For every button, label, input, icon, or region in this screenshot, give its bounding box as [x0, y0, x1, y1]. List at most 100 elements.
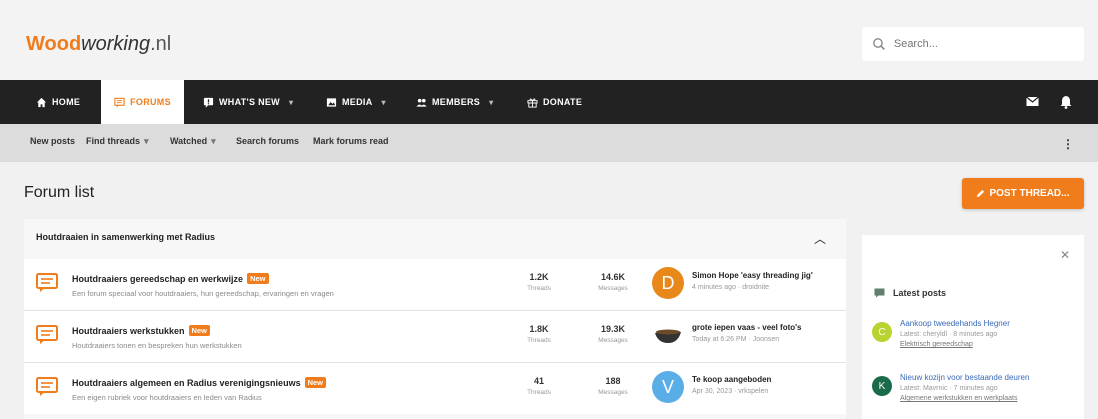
- latest-posts-widget: ✕ Latest posts C Aankoop tweedehands Heg…: [862, 235, 1084, 419]
- whats-new-icon: [203, 97, 214, 108]
- messages-count: 19.3K: [600, 324, 626, 334]
- subnav-find-threads[interactable]: Find threads ▾: [86, 136, 149, 147]
- site-header: Woodworking.nl: [0, 0, 1098, 80]
- messages-label: Messages: [598, 285, 628, 292]
- threads-stat: 1.2K Threads: [516, 272, 562, 292]
- subnav-search-forums-label: Search forums: [236, 136, 300, 146]
- nav-home-label: HOME: [52, 97, 81, 107]
- avatar[interactable]: [652, 319, 684, 351]
- more-options-icon[interactable]: ⋮: [1062, 137, 1074, 151]
- forum-node-title[interactable]: Houtdraaiers algemeen en Radius verenigi…: [72, 378, 301, 388]
- subnav-mark-read[interactable]: Mark forums read: [313, 136, 389, 146]
- last-post-meta: 4 minutes ago · droidnite: [692, 284, 770, 291]
- chevron-down-icon: ▾: [144, 136, 149, 146]
- messages-stat: 14.6K Messages: [590, 272, 636, 292]
- messages-stat: 188 Messages: [590, 376, 636, 396]
- subnav-new-posts[interactable]: New posts: [30, 136, 75, 146]
- latest-post-item: K Nieuw kozijn voor bestaande deuren Lat…: [872, 373, 1072, 413]
- subnav-search-forums[interactable]: Search forums: [236, 136, 299, 146]
- category-title[interactable]: Houtdraaien in samenwerking met Radius: [36, 232, 215, 242]
- nav-donate-label: DONATE: [543, 97, 583, 107]
- latest-post-title[interactable]: Aankoop tweedehands Hegner: [900, 319, 1010, 328]
- bell-icon[interactable]: [1060, 95, 1072, 109]
- nav-media-label: MEDIA: [342, 97, 373, 107]
- subnav-mark-read-label: Mark forums read: [313, 136, 389, 146]
- avatar[interactable]: D: [652, 267, 684, 299]
- bowl-thumbnail-icon: [655, 329, 681, 343]
- search-box[interactable]: [862, 27, 1084, 61]
- chevron-down-icon: ▾: [211, 136, 216, 146]
- mail-icon[interactable]: [1026, 96, 1039, 107]
- threads-label: Threads: [527, 337, 551, 344]
- forum-node-icon: [36, 377, 58, 396]
- threads-count: 1.8K: [529, 324, 549, 334]
- threads-count: 1.2K: [529, 272, 549, 282]
- forum-node-icon: [36, 273, 58, 292]
- forum-node: Houtdraaiers algemeen en Radius verenigi…: [24, 363, 846, 414]
- avatar[interactable]: V: [652, 371, 684, 403]
- main-nav: HOME FORUMS WHAT'S NEW ▾ MEDIA ▾ MEMBERS…: [0, 80, 1098, 124]
- latest-post-forum-link[interactable]: Elektrisch gereedschap: [900, 341, 973, 348]
- home-icon: [36, 97, 47, 107]
- logo-part-nl: .nl: [150, 33, 172, 55]
- subnav-watched[interactable]: Watched ▾: [170, 136, 216, 147]
- chevron-down-icon: ▾: [288, 97, 294, 107]
- media-icon: [326, 97, 337, 107]
- close-icon[interactable]: ✕: [1060, 248, 1070, 262]
- search-input[interactable]: [891, 37, 1074, 51]
- latest-post-title[interactable]: Nieuw kozijn voor bestaande deuren: [900, 373, 1029, 382]
- messages-label: Messages: [598, 389, 628, 396]
- chevron-down-icon: ▾: [489, 97, 494, 107]
- latest-post-meta: Latest: cheryldl · 8 minutes ago: [900, 331, 998, 338]
- page-title: Forum list: [24, 184, 95, 201]
- threads-label: Threads: [527, 285, 551, 292]
- last-post-title[interactable]: Te koop aangeboden: [692, 375, 771, 384]
- nav-members-label: MEMBERS: [432, 97, 481, 107]
- chevron-down-icon: ▾: [381, 97, 386, 107]
- messages-count: 14.6K: [600, 272, 626, 282]
- search-icon: [873, 38, 885, 51]
- nav-forums[interactable]: FORUMS: [101, 80, 184, 124]
- nav-home[interactable]: HOME: [36, 80, 80, 124]
- post-thread-button[interactable]: POST THREAD...: [962, 178, 1084, 209]
- threads-stat: 41 Threads: [516, 376, 562, 396]
- avatar[interactable]: C: [872, 322, 892, 342]
- messages-label: Messages: [598, 337, 628, 344]
- last-post-title[interactable]: Simon Hope 'easy threading jig': [692, 271, 813, 280]
- latest-posts-heading: Latest posts: [874, 288, 946, 298]
- subnav-new-posts-label: New posts: [30, 136, 76, 146]
- nav-members[interactable]: MEMBERS ▾: [416, 80, 493, 124]
- comments-icon: [874, 288, 885, 298]
- post-thread-label: POST THREAD...: [989, 188, 1070, 199]
- gift-icon: [527, 97, 538, 108]
- forum-node: Houtdraaiers werkstukken New Houtdraaier…: [24, 311, 846, 363]
- new-badge: New: [188, 325, 210, 336]
- forum-node-title[interactable]: Houtdraaiers werkstukken: [72, 326, 185, 336]
- last-post-meta: Apr 30, 2023 · vrkspelen: [692, 388, 769, 395]
- forums-icon: [114, 97, 125, 108]
- latest-post-forum-link[interactable]: Algemene werkstukken en werkplaats: [900, 395, 1018, 402]
- latest-posts-title: Latest posts: [893, 288, 947, 298]
- pencil-icon: [977, 189, 985, 198]
- site-logo[interactable]: Woodworking.nl: [26, 33, 171, 56]
- logo-part-working: working: [81, 33, 151, 55]
- logo-part-wood: Wood: [26, 33, 82, 55]
- collapse-chevron-icon[interactable]: ︿: [814, 230, 826, 247]
- threads-label: Threads: [527, 389, 551, 396]
- subnav-find-threads-label: Find threads: [86, 136, 141, 146]
- sub-nav: New posts Find threads ▾ Watched ▾ Search …: [0, 124, 1098, 162]
- subnav-watched-label: Watched: [170, 136, 208, 146]
- last-post-title[interactable]: grote iepen vaas - veel foto's: [692, 323, 802, 332]
- nav-whats-new[interactable]: WHAT'S NEW ▾: [203, 80, 293, 124]
- avatar[interactable]: K: [872, 376, 892, 396]
- messages-count: 188: [605, 376, 621, 386]
- latest-post-item: C Aankoop tweedehands Hegner Latest: che…: [872, 319, 1072, 359]
- latest-post-meta: Latest: Mavrnic · 7 minutes ago: [900, 385, 998, 392]
- new-badge: New: [247, 273, 269, 284]
- nav-donate[interactable]: DONATE: [527, 80, 582, 124]
- threads-stat: 1.8K Threads: [516, 324, 562, 344]
- new-badge: New: [304, 377, 326, 388]
- forum-node-title[interactable]: Houtdraaiers gereedschap en werkwijze: [72, 274, 243, 284]
- members-icon: [416, 98, 427, 107]
- nav-media[interactable]: MEDIA ▾: [326, 80, 386, 124]
